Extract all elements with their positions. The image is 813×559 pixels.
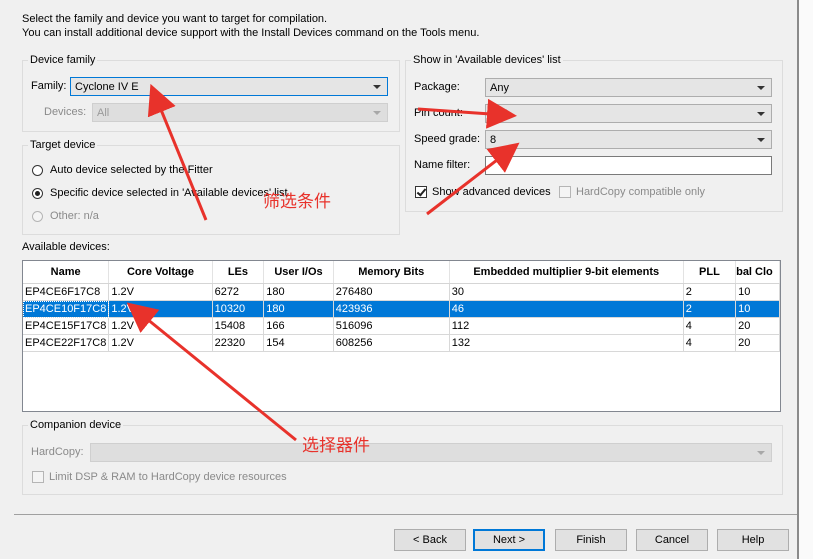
- annotation-filter: 筛选条件: [263, 192, 331, 212]
- annotation-select: 选择器件: [302, 436, 370, 456]
- arrow-to-family: [147, 83, 208, 221]
- arrow-to-device-row: [126, 302, 297, 442]
- arrow-to-speed-grade: [426, 142, 520, 216]
- arrow-to-pin-count: [417, 98, 517, 129]
- annotation-arrows: [126, 83, 520, 442]
